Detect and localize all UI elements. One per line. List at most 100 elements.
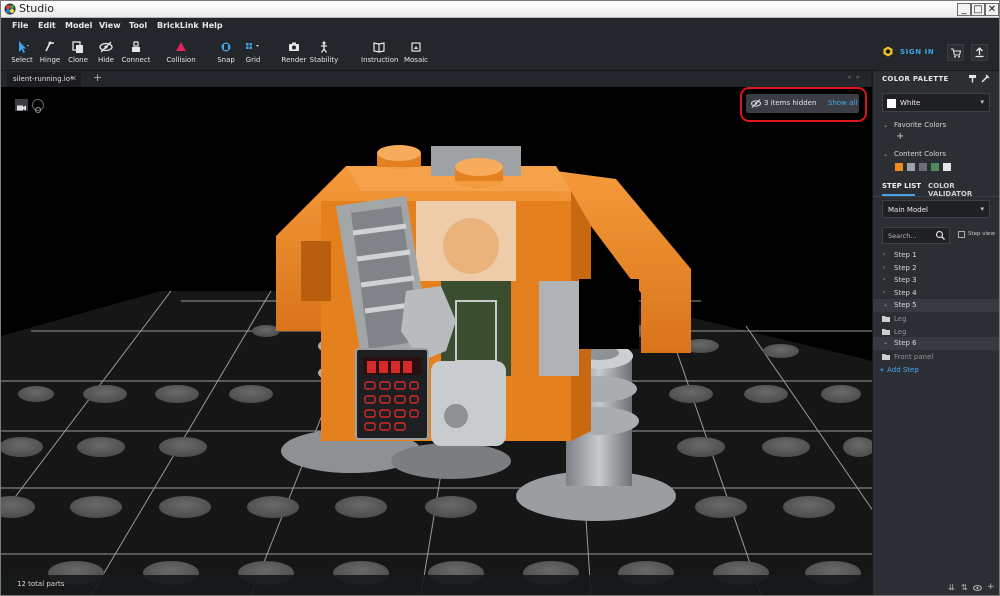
new-tab-button[interactable]: + — [93, 71, 102, 84]
collision-tool-button[interactable]: Collision — [165, 40, 197, 68]
chevron-right-icon: › — [883, 263, 886, 271]
add-step-button[interactable]: + Add Step — [879, 366, 919, 374]
menu-view[interactable]: View — [99, 21, 121, 30]
instruction-tool-button[interactable]: Instruction — [361, 40, 398, 68]
cart-button[interactable] — [947, 44, 964, 61]
add-icon[interactable]: + — [987, 582, 995, 592]
maximize-button[interactable]: □ — [971, 3, 985, 16]
list-item-part-leg[interactable]: Leg — [873, 325, 999, 338]
part-label: Front panel — [894, 352, 934, 361]
tool-label: Connect — [121, 56, 151, 64]
tool-label: Collision — [166, 56, 196, 64]
camera-mode-button[interactable] — [15, 99, 28, 111]
document-tab-bar: silent-running.io* ✕ + ◂▸ — [1, 71, 871, 87]
upload-icon — [975, 47, 984, 58]
grid-icon — [246, 43, 259, 49]
expand-all-icon[interactable]: ⇅ — [961, 583, 968, 592]
tool-label: Hinge — [39, 56, 61, 64]
content-color-swatch[interactable] — [895, 163, 903, 171]
select-tool-button[interactable]: Select — [10, 40, 34, 68]
selected-color-name: White — [900, 99, 921, 107]
color-palette-title: COLOR PALETTE — [882, 75, 949, 83]
list-item-step-2[interactable]: › Step 2 — [873, 262, 999, 275]
step-label: Step 4 — [894, 288, 917, 297]
chevron-right-icon: › — [883, 288, 886, 296]
eyedropper-icon[interactable] — [981, 74, 990, 83]
menu-file[interactable]: File — [12, 21, 28, 30]
rotate-icon — [35, 107, 41, 113]
list-item-step-3[interactable]: › Step 3 — [873, 274, 999, 287]
model-name: Main Model — [888, 206, 928, 214]
render-tool-button[interactable]: Render — [281, 40, 307, 68]
export-button[interactable] — [971, 44, 988, 61]
content-color-swatch[interactable] — [907, 163, 915, 171]
favorite-colors-header[interactable]: Favorite Colors — [894, 121, 946, 129]
selected-color-swatch — [887, 99, 896, 108]
grey-side-brick — [539, 281, 579, 376]
menu-tool[interactable]: Tool — [129, 21, 147, 30]
studio-app-icon — [4, 3, 16, 15]
step-label: Step 1 — [894, 251, 917, 259]
list-item-step-4[interactable]: › Step 4 — [873, 287, 999, 300]
title-bar: Studio _ □ ✕ — [1, 1, 999, 18]
stability-tool-button[interactable]: Stability — [309, 40, 339, 68]
tab-silent-running[interactable]: silent-running.io* ✕ — [7, 72, 81, 87]
list-item-step-1[interactable]: › Step 1 — [873, 249, 999, 262]
content-color-swatch[interactable] — [943, 163, 951, 171]
list-item-part-front-panel[interactable]: Front panel — [873, 350, 999, 363]
step-label: Step 5 — [894, 301, 917, 310]
menu-help[interactable]: Help — [202, 21, 223, 30]
model-dropdown[interactable]: Main Model ▾ — [882, 200, 990, 218]
step-view-label: Step view — [968, 231, 995, 237]
content-color-swatch[interactable] — [931, 163, 939, 171]
search-icon — [935, 230, 945, 240]
content-colors-header[interactable]: Content Colors — [894, 150, 946, 158]
tab-title: silent-running.io* — [13, 75, 74, 83]
chevron-down-icon[interactable]: ⌄ — [883, 151, 888, 158]
chevron-down-icon[interactable]: ⌄ — [883, 122, 888, 129]
minimize-button[interactable]: _ — [957, 3, 971, 16]
tool-label: Render — [281, 56, 307, 64]
clone-tool-button[interactable]: Clone — [66, 40, 90, 68]
paint-roller-icon[interactable] — [968, 74, 977, 83]
list-item-part-leg[interactable]: Leg — [873, 312, 999, 325]
color-dropdown[interactable]: White ▾ — [882, 93, 990, 112]
hide-tool-button[interactable]: Hide — [95, 40, 117, 68]
hinge-tool-button[interactable]: Hinge — [38, 40, 62, 68]
collapse-all-icon[interactable]: ⇊ — [948, 583, 955, 592]
snap-tool-button[interactable]: Snap — [215, 40, 237, 68]
step-search-input[interactable]: Search... — [882, 227, 950, 244]
visibility-icon[interactable] — [973, 584, 982, 592]
list-item-step-6[interactable]: ⌄ Step 6 — [873, 337, 999, 350]
collision-icon — [176, 42, 186, 51]
tab-scroll-arrows[interactable]: ◂▸ — [847, 73, 866, 81]
tab-step-list[interactable]: STEP LIST — [882, 182, 921, 190]
chevron-right-icon: › — [883, 251, 886, 258]
chevron-down-icon: ⌄ — [883, 339, 889, 347]
chevron-down-icon: ▾ — [980, 98, 984, 106]
step-label: Step 6 — [894, 339, 917, 348]
studio-window: Studio _ □ ✕ File Edit Model View Tool B… — [0, 0, 1000, 596]
book-icon — [373, 42, 385, 53]
cart-icon — [951, 48, 962, 58]
add-favorite-color-button[interactable]: + — [896, 131, 904, 142]
tab-close-icon[interactable]: ✕ — [70, 74, 77, 83]
step-label: Step 2 — [894, 263, 917, 272]
view-reset-button[interactable] — [32, 99, 44, 113]
sign-in-link[interactable]: SIGN IN — [900, 48, 934, 56]
mosaic-tool-button[interactable]: Mosaic — [401, 40, 431, 68]
close-window-button[interactable]: ✕ — [985, 3, 999, 16]
model-scene — [1, 145, 872, 595]
content-color-swatch[interactable] — [919, 163, 927, 171]
menu-bricklink[interactable]: BrickLink — [157, 21, 199, 30]
tab-color-validator[interactable]: COLOR VALIDATOR — [928, 182, 999, 198]
grid-tool-button[interactable]: Grid — [242, 40, 264, 68]
connect-tool-button[interactable]: Connect — [121, 40, 151, 68]
menu-edit[interactable]: Edit — [38, 21, 56, 30]
folder-icon — [882, 353, 890, 360]
menu-bar: File Edit Model View Tool BrickLink Help — [1, 18, 999, 35]
right-panel: COLOR PALETTE White ▾ ⌄ Favorite Colors … — [872, 71, 999, 595]
menu-model[interactable]: Model — [65, 21, 92, 30]
list-item-step-5[interactable]: ⌄ Step 5 — [873, 299, 999, 312]
3d-viewport[interactable]: 3 items hidden Show all 12 total parts — [1, 87, 872, 595]
